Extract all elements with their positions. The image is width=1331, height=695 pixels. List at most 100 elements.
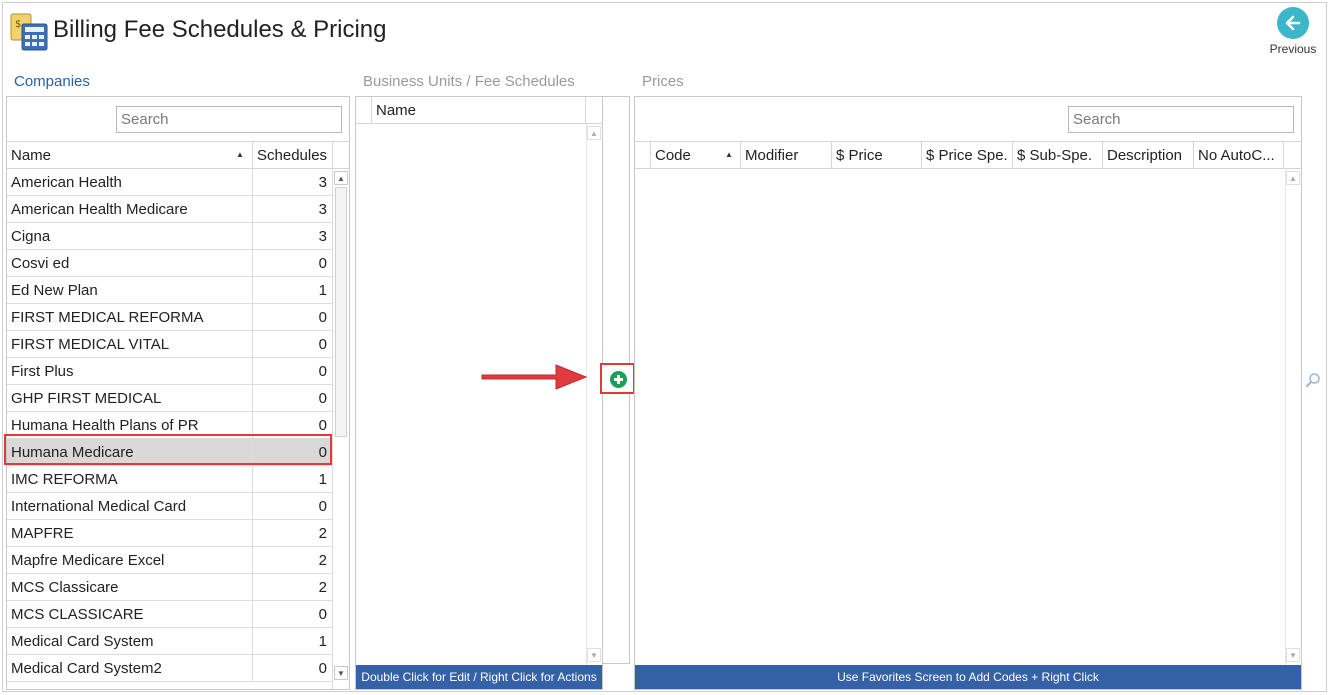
company-row[interactable]: FIRST MEDICAL REFORMA 0 [7,304,332,331]
schedule-count: 1 [318,282,327,299]
column-header-name[interactable]: Name ▲ [7,142,253,168]
companies-label: Companies [14,73,90,90]
prices-grid-header: Code ▲ Modifier $ Price $ Price Spe. $ S… [635,141,1301,169]
schedule-count: 0 [318,606,327,623]
column-divider [252,169,253,196]
company-row[interactable]: GHP FIRST MEDICAL 0 [7,385,332,412]
schedule-count: 0 [318,363,327,380]
column-divider [252,439,253,466]
column-divider [252,277,253,304]
column-divider [252,196,253,223]
company-name: Mapfre Medicare Excel [11,552,165,569]
companies-search-input[interactable]: Search [116,106,342,133]
scroll-down-icon[interactable]: ▼ [1286,648,1300,662]
prices-panel: Search Code ▲ Modifier $ Price $ Price S… [634,96,1302,690]
column-divider [252,385,253,412]
companies-panel: Search Name ▲ Schedules American Health 3… [6,96,350,690]
company-row[interactable]: Humana Health Plans of PR 0 [7,412,332,439]
schedule-count: 0 [318,417,327,434]
company-row[interactable]: Ed New Plan 1 [7,277,332,304]
schedule-count: 0 [318,336,327,353]
company-name: Humana Medicare [11,444,134,461]
company-row[interactable]: American Health Medicare 3 [7,196,332,223]
column-divider [252,412,253,439]
column-divider [252,547,253,574]
column-header-schedules[interactable]: Schedules [253,142,333,168]
company-row[interactable]: Medical Card System2 0 [7,655,332,682]
company-name: MAPFRE [11,525,74,542]
schedule-count: 0 [318,309,327,326]
column-divider [252,358,253,385]
previous-button[interactable]: Previous [1268,6,1318,60]
column-header-bu-name[interactable]: Name [372,97,586,123]
company-row[interactable]: Cosvi ed 0 [7,250,332,277]
column-header-description[interactable]: Description [1103,142,1194,168]
company-name: GHP FIRST MEDICAL [11,390,162,407]
company-row[interactable]: Humana Medicare 0 [7,439,332,466]
company-row[interactable]: FIRST MEDICAL VITAL 0 [7,331,332,358]
column-header-schedules-label: Schedules [257,147,328,164]
schedule-count: 1 [318,471,327,488]
sort-ascending-icon: ▲ [725,150,733,159]
prices-scrollbar[interactable]: ▲ ▼ [1285,169,1301,665]
arrow-left-icon [1277,7,1309,39]
column-divider [252,601,253,628]
company-name: American Health Medicare [11,201,188,218]
magnifier-icon[interactable] [1305,372,1321,388]
schedule-count: 3 [318,228,327,245]
company-name: FIRST MEDICAL VITAL [11,336,170,353]
column-header-code[interactable]: Code ▲ [651,142,741,168]
prices-search-input[interactable]: Search [1068,106,1294,133]
scroll-down-icon[interactable]: ▼ [334,666,348,680]
company-name: International Medical Card [11,498,187,515]
company-name: Cigna [11,228,51,245]
scroll-up-icon[interactable]: ▲ [587,126,601,140]
company-row[interactable]: American Health 3 [7,169,332,196]
scroll-up-icon[interactable]: ▲ [1286,171,1300,185]
schedule-count: 2 [318,579,327,596]
companies-scrollbar[interactable]: ▲ ▼ [332,169,349,689]
column-divider [252,628,253,655]
schedule-count: 0 [318,255,327,272]
column-divider [252,520,253,547]
company-name: Medical Card System [11,633,154,650]
company-row[interactable]: First Plus 0 [7,358,332,385]
column-header-price-special[interactable]: $ Price Spe. [922,142,1013,168]
column-header-sub-special[interactable]: $ Sub-Spe. [1013,142,1103,168]
business-units-scrollbar[interactable]: ▲ ▼ [586,124,602,665]
company-row[interactable]: MCS Classicare 2 [7,574,332,601]
company-row[interactable]: MCS CLASSICARE 0 [7,601,332,628]
column-divider [252,250,253,277]
company-row[interactable]: International Medical Card 0 [7,493,332,520]
schedule-count: 2 [318,525,327,542]
company-row[interactable]: Cigna 3 [7,223,332,250]
company-row[interactable]: IMC REFORMA 1 [7,466,332,493]
business-units-footer: Double Click for Edit / Right Click for … [356,665,602,689]
sort-ascending-icon: ▲ [236,150,244,159]
schedule-count: 0 [318,444,327,461]
column-divider [252,493,253,520]
schedule-count: 3 [318,201,327,218]
company-name: IMC REFORMA [11,471,118,488]
row-indicator-header [635,142,651,168]
previous-label: Previous [1269,42,1317,56]
company-row[interactable]: Mapfre Medicare Excel 2 [7,547,332,574]
schedule-count: 0 [318,660,327,677]
column-header-no-autocode[interactable]: No AutoC... [1194,142,1284,168]
column-header-modifier[interactable]: Modifier [741,142,832,168]
column-header-price[interactable]: $ Price [832,142,922,168]
calculator-icon: $ [10,13,48,51]
company-name: FIRST MEDICAL REFORMA [11,309,204,326]
scroll-up-icon[interactable]: ▲ [334,171,348,185]
schedule-count: 1 [318,633,327,650]
scroll-down-icon[interactable]: ▼ [587,648,601,662]
schedule-count: 2 [318,552,327,569]
row-indicator-header [356,97,372,123]
scroll-thumb[interactable] [335,187,347,437]
company-row[interactable]: MAPFRE 2 [7,520,332,547]
add-fee-schedule-button[interactable] [600,363,635,394]
schedule-count: 3 [318,174,327,191]
company-row[interactable]: Medical Card System 1 [7,628,332,655]
company-name: Humana Health Plans of PR [11,417,199,434]
company-name: Medical Card System2 [11,660,162,677]
